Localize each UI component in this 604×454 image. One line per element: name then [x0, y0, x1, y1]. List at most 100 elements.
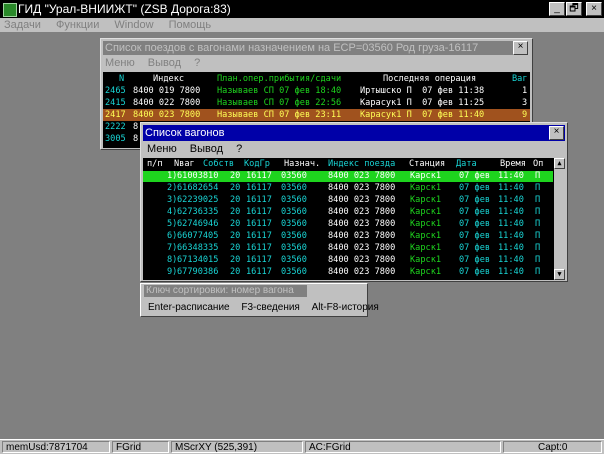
trains-window-title[interactable]: Список поездов с вагонами назначением на… [103, 41, 528, 55]
trains-menu-help[interactable]: ? [194, 57, 200, 69]
menu-item-tasks[interactable]: Задачи [4, 18, 41, 32]
wagon-destination: 03560 [281, 255, 307, 265]
col-header-vag: Ваг [512, 74, 528, 84]
train-number: 2415 [105, 98, 126, 108]
wagon-pp: 4) [167, 207, 178, 217]
wagon-destination: 03560 [281, 231, 307, 241]
wagon-row-selected[interactable]: 1) 61003810 20 16117 03560 8400 023 7800 Карск… [143, 171, 553, 182]
wagon-train-index: 8400 023 7800 [328, 255, 396, 265]
wagon-station: Карск1 [410, 243, 442, 253]
wagon-owner: 20 [230, 255, 241, 265]
wagon-row[interactable]: 4) 62736335 20 16117 03560 8400 023 7800 Карск… [143, 207, 553, 218]
col-header-n: N [119, 74, 125, 84]
col-header: Дата [456, 159, 477, 169]
trains-row[interactable]: 2415 8400 022 7800 Называев СП 07 фев 22… [103, 97, 530, 109]
wagon-time: 11:40 [498, 243, 524, 253]
wagon-station: Карск1 [410, 255, 442, 265]
app-title-bar[interactable]: ГИД "Урал-ВНИИЖТ" (ZSB Дорога:83) _ 🗗 × [0, 0, 604, 18]
wagon-pp: 2) [167, 183, 178, 193]
col-header-last-op: Последняя операция [383, 74, 477, 84]
wagon-op: П [535, 183, 541, 193]
status-mouse-xy: MScrXY (525,391) [171, 441, 303, 453]
wagon-number: 66077405 [177, 231, 219, 241]
close-button[interactable]: × [586, 2, 602, 16]
trains-menu-output[interactable]: Вывод [148, 57, 181, 69]
col-header-index: Индекс [153, 74, 185, 84]
wagon-op: П [535, 171, 541, 181]
wagons-close-button[interactable]: × [549, 126, 564, 140]
wagon-date: 07 фев [459, 267, 491, 277]
wagon-number: 61682654 [177, 183, 219, 193]
wagons-window-title[interactable]: Список вагонов [143, 125, 565, 141]
wagon-cargo-code: 16117 [246, 231, 272, 241]
train-vag-count: 3 [522, 98, 528, 108]
wagon-pp: 1) [167, 171, 178, 181]
wagons-menu-main[interactable]: Меню [147, 143, 177, 155]
wagon-date: 07 фев [459, 195, 491, 205]
restore-button[interactable]: 🗗 [566, 2, 582, 16]
menu-item-help[interactable]: Помощь [169, 18, 212, 32]
menu-item-window[interactable]: Window [114, 18, 153, 32]
scroll-up-arrow-icon[interactable]: ▲ [554, 158, 565, 169]
hotkey-hints: Enter-расписание F3-сведения Alt-F8-исто… [148, 302, 388, 313]
status-capture: Capt:0 [503, 441, 602, 453]
status-bar: memUsd:7871704 FGrid MScrXY (525,391) AC… [0, 439, 604, 454]
wagon-cargo-code: 16117 [246, 267, 272, 277]
wagon-destination: 03560 [281, 219, 307, 229]
trains-row[interactable]: 2465 8400 019 7800 Называев СП 07 фев 18… [103, 85, 530, 97]
wagon-row[interactable]: 6) 66077405 20 16117 03560 8400 023 7800 Карск… [143, 231, 553, 242]
hotkey-info[interactable]: F3-сведения [241, 302, 299, 313]
hotkey-schedule[interactable]: Enter-расписание [148, 302, 230, 313]
wagon-train-index: 8400 023 7800 [328, 207, 396, 217]
wagon-row[interactable]: 5) 62746946 20 16117 03560 8400 023 7800 Карск… [143, 219, 553, 230]
wagon-train-index: 8400 023 7800 [328, 219, 396, 229]
minimize-button[interactable]: _ [549, 2, 565, 16]
wagon-date: 07 фев [459, 255, 491, 265]
col-header: Назнач. [284, 159, 321, 169]
wagon-station: Карск1 [410, 195, 442, 205]
wagon-number: 62736335 [177, 207, 219, 217]
wagon-time: 11:40 [498, 207, 524, 217]
wagons-scrollbar[interactable]: ▲ ▼ [554, 158, 565, 280]
wagon-date: 07 фев [459, 231, 491, 241]
wagon-destination: 03560 [281, 243, 307, 253]
wagon-pp: 5) [167, 219, 178, 229]
col-header: Индекс поезда [328, 159, 396, 169]
wagon-row[interactable]: 2) 61682654 20 16117 03560 8400 023 7800 Карск… [143, 183, 553, 194]
wagons-grid[interactable]: п/п Nваг Собств КодГр Назнач. Индекс поезда Ст… [143, 158, 565, 280]
wagon-time: 11:40 [498, 183, 524, 193]
status-active-control: AC:FGrid [305, 441, 501, 453]
status-memory: memUsd:7871704 [2, 441, 110, 453]
wagon-pp: 7) [167, 243, 178, 253]
wagon-destination: 03560 [281, 207, 307, 217]
wagon-date: 07 фев [459, 183, 491, 193]
wagon-owner: 20 [230, 219, 241, 229]
trains-close-button[interactable]: × [513, 41, 528, 55]
wagon-train-index: 8400 023 7800 [328, 183, 396, 193]
wagon-train-index: 8400 023 7800 [328, 195, 396, 205]
wagon-station: Карск1 [410, 183, 442, 193]
wagon-owner: 20 [230, 243, 241, 253]
trains-row-selected[interactable]: 2417 8400 023 7800 Называев СП 07 фев 23… [103, 109, 530, 121]
wagon-date: 07 фев [459, 243, 491, 253]
wagons-menu-output[interactable]: Вывод [190, 143, 223, 155]
scroll-down-arrow-icon[interactable]: ▼ [554, 269, 565, 280]
trains-menu-main[interactable]: Меню [105, 57, 135, 69]
wagon-cargo-code: 16117 [246, 207, 272, 217]
wagon-time: 11:40 [498, 219, 524, 229]
wagon-row[interactable]: 9) 67790386 20 16117 03560 8400 023 7800 Карск… [143, 267, 553, 278]
wagon-row[interactable]: 7) 66348335 20 16117 03560 8400 023 7800 Карск… [143, 243, 553, 254]
wagon-station: Карск1 [410, 171, 442, 181]
wagon-date: 07 фев [459, 207, 491, 217]
wagon-number: 62239025 [177, 195, 219, 205]
wagon-op: П [535, 207, 541, 217]
menu-item-functions[interactable]: Функции [56, 18, 99, 32]
col-header: КодГр [244, 159, 270, 169]
wagon-row[interactable]: 8) 67134015 20 16117 03560 8400 023 7800 Карск… [143, 255, 553, 266]
wagons-menu-help[interactable]: ? [236, 143, 242, 155]
wagon-row[interactable]: 3) 62239025 20 16117 03560 8400 023 7800 Карск… [143, 195, 553, 206]
hotkey-history[interactable]: Alt-F8-история [312, 302, 379, 313]
wagon-cargo-code: 16117 [246, 255, 272, 265]
train-vag-count: 9 [522, 110, 528, 120]
wagon-date: 07 фев [459, 171, 491, 181]
